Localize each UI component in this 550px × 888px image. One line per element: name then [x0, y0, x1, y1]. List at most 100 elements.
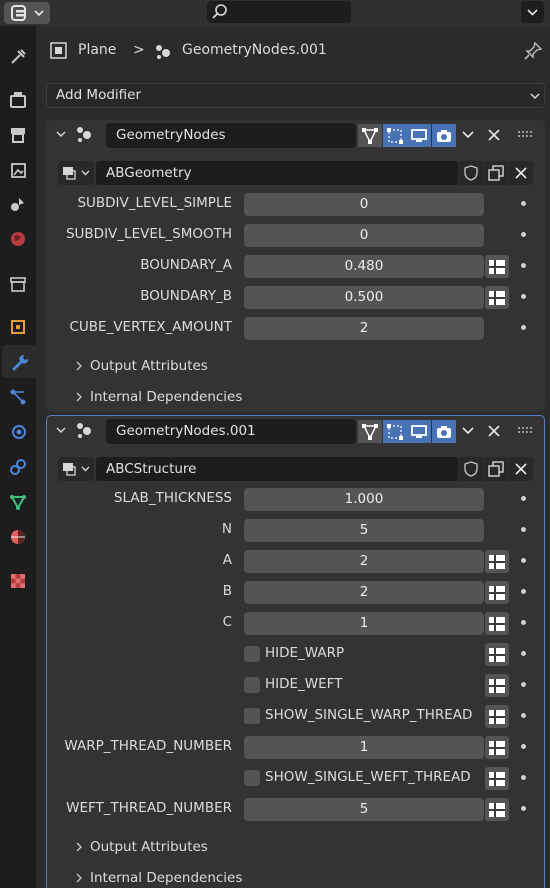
number-field[interactable]: 1.000	[244, 488, 484, 511]
number-field[interactable]: 2	[244, 550, 484, 573]
edit-mode-toggle[interactable]	[358, 420, 382, 443]
chevron-right-icon[interactable]	[74, 841, 84, 853]
attribute-toggle-button[interactable]	[485, 286, 509, 309]
subpanel-internal-dependencies[interactable]: Internal Dependencies	[90, 870, 242, 886]
editor-type-button[interactable]	[4, 2, 50, 24]
keyframe-dot-icon[interactable]	[521, 589, 526, 594]
render-toggle[interactable]	[432, 420, 456, 443]
tab-constraints[interactable]	[0, 450, 36, 483]
attribute-toggle-button[interactable]	[485, 705, 509, 728]
attribute-toggle-button[interactable]	[485, 736, 509, 759]
tab-tool[interactable]	[0, 40, 36, 73]
fake-user-button[interactable]	[459, 457, 483, 481]
keyframe-dot-icon[interactable]	[521, 620, 526, 625]
duplicate-button[interactable]	[484, 457, 508, 481]
close-icon[interactable]	[486, 127, 502, 143]
node-group-browse-button[interactable]	[58, 457, 94, 481]
on-cage-toggle[interactable]	[383, 124, 407, 147]
edit-mode-toggle[interactable]	[358, 124, 382, 147]
number-field[interactable]: 2	[244, 581, 484, 604]
drag-handle-icon[interactable]	[518, 426, 536, 436]
checkbox-hide-warp[interactable]	[244, 646, 260, 662]
number-field[interactable]: 0.480	[244, 255, 484, 278]
keyframe-dot-icon[interactable]	[521, 201, 526, 206]
number-field[interactable]: 5	[244, 519, 484, 542]
attribute-toggle-button[interactable]	[485, 767, 509, 790]
unlink-button[interactable]	[509, 457, 533, 481]
on-cage-toggle[interactable]	[383, 420, 407, 443]
attribute-toggle-button[interactable]	[485, 581, 509, 604]
collapse-chevron-icon[interactable]	[54, 423, 68, 437]
node-group-name-input[interactable]: ABCStructure	[96, 457, 458, 481]
render-toggle[interactable]	[432, 124, 456, 147]
keyframe-dot-icon[interactable]	[521, 325, 526, 330]
tab-modifier[interactable]	[2, 345, 36, 378]
tab-render[interactable]	[0, 83, 36, 116]
fake-user-button[interactable]	[459, 161, 483, 185]
pin-icon[interactable]	[522, 40, 544, 62]
tab-output[interactable]	[0, 118, 36, 151]
keyframe-dot-icon[interactable]	[521, 775, 526, 780]
subpanel-internal-dependencies[interactable]: Internal Dependencies	[90, 389, 242, 405]
tab-scene[interactable]	[0, 187, 36, 220]
node-group-name-input[interactable]: ABGeometry	[96, 161, 458, 185]
checkbox-show-single-weft-thread[interactable]	[244, 770, 260, 786]
attribute-toggle-button[interactable]	[485, 674, 509, 697]
number-field[interactable]: 5	[244, 798, 484, 821]
add-modifier-dropdown[interactable]: Add Modifier	[46, 83, 545, 108]
texture-tab-icon	[11, 573, 25, 588]
chevron-down-icon[interactable]	[460, 128, 476, 142]
keyframe-dot-icon[interactable]	[521, 558, 526, 563]
modifier-name-input[interactable]: GeometryNodes	[106, 123, 356, 148]
attribute-toggle-button[interactable]	[485, 255, 509, 278]
drag-handle-icon[interactable]	[518, 130, 536, 140]
tab-physics[interactable]	[0, 415, 36, 448]
tab-collection[interactable]	[0, 267, 36, 300]
duplicate-button[interactable]	[484, 161, 508, 185]
attribute-toggle-button[interactable]	[485, 550, 509, 573]
keyframe-dot-icon[interactable]	[521, 496, 526, 501]
tab-particles[interactable]	[0, 380, 36, 413]
chevron-right-icon[interactable]	[74, 360, 84, 372]
chevron-right-icon[interactable]	[74, 872, 84, 884]
tab-object[interactable]	[0, 310, 36, 343]
node-group-browse-button[interactable]	[58, 161, 94, 185]
keyframe-dot-icon[interactable]	[521, 263, 526, 268]
keyframe-dot-icon[interactable]	[521, 713, 526, 718]
keyframe-dot-icon[interactable]	[521, 682, 526, 687]
checkbox-show-single-warp-thread[interactable]	[244, 708, 260, 724]
tab-data[interactable]	[0, 485, 36, 518]
number-field[interactable]: 0	[244, 224, 484, 247]
number-field[interactable]: 0	[244, 193, 484, 216]
viewport-display-toggle[interactable]	[407, 124, 431, 147]
tab-material[interactable]	[0, 520, 36, 553]
chevron-right-icon[interactable]	[74, 391, 84, 403]
keyframe-dot-icon[interactable]	[521, 527, 526, 532]
number-field[interactable]: 1	[244, 736, 484, 759]
keyframe-dot-icon[interactable]	[521, 744, 526, 749]
checkbox-hide-weft[interactable]	[244, 677, 260, 693]
keyframe-dot-icon[interactable]	[521, 651, 526, 656]
keyframe-dot-icon[interactable]	[521, 232, 526, 237]
number-field[interactable]: 1	[244, 612, 484, 635]
number-field[interactable]: 0.500	[244, 286, 484, 309]
close-icon[interactable]	[486, 423, 502, 439]
tab-texture[interactable]	[0, 564, 36, 597]
options-dropdown-button[interactable]	[521, 1, 544, 23]
viewport-display-toggle[interactable]	[407, 420, 431, 443]
search-input[interactable]	[207, 1, 351, 23]
chevron-down-icon[interactable]	[460, 424, 476, 438]
keyframe-dot-icon[interactable]	[521, 294, 526, 299]
modifier-name-input[interactable]: GeometryNodes.001	[106, 419, 356, 444]
tab-view-layer[interactable]	[0, 153, 36, 186]
unlink-button[interactable]	[509, 161, 533, 185]
subpanel-output-attributes[interactable]: Output Attributes	[90, 839, 208, 855]
number-field[interactable]: 2	[244, 317, 484, 340]
attribute-toggle-button[interactable]	[485, 643, 509, 666]
subpanel-output-attributes[interactable]: Output Attributes	[90, 358, 208, 374]
keyframe-dot-icon[interactable]	[521, 806, 526, 811]
attribute-toggle-button[interactable]	[485, 798, 509, 821]
collapse-chevron-icon[interactable]	[54, 127, 68, 141]
attribute-toggle-button[interactable]	[485, 612, 509, 635]
tab-world[interactable]	[0, 222, 36, 255]
